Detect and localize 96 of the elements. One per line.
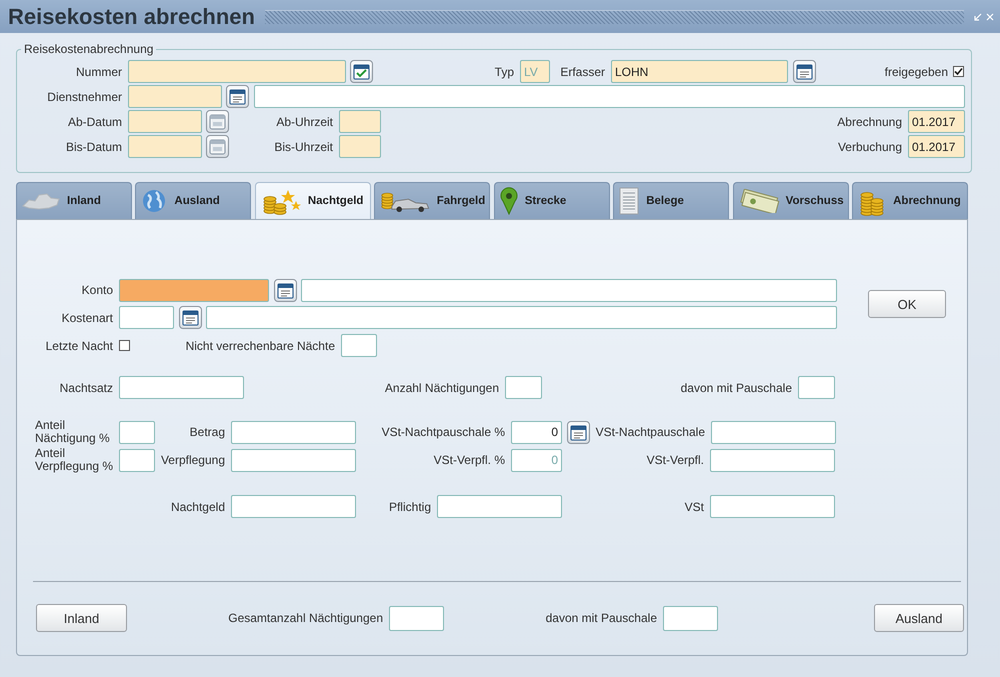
lookup-button[interactable] xyxy=(350,60,373,83)
input-field[interactable] xyxy=(437,495,562,518)
tab[interactable]: Inland xyxy=(16,182,132,219)
field-label: Anteil Verpflegung % xyxy=(34,447,114,473)
field-label: Bis-Datum xyxy=(64,140,123,154)
field-label: davon mit Pauschale xyxy=(544,611,658,625)
input-field[interactable] xyxy=(663,606,718,630)
input-field[interactable] xyxy=(301,279,837,302)
window-title: Reisekosten abrechnen xyxy=(8,4,255,30)
field-label: VSt-Nachtpauschale % xyxy=(380,425,506,439)
input-field[interactable] xyxy=(710,495,835,518)
field-label: Nachtsatz xyxy=(58,380,114,394)
input-field[interactable] xyxy=(798,376,835,399)
field-label: Kostenart xyxy=(60,310,114,324)
input-field[interactable] xyxy=(119,448,155,472)
inland-button[interactable]: Inland xyxy=(36,604,127,632)
input-field[interactable] xyxy=(119,420,155,444)
input-field[interactable] xyxy=(710,448,835,472)
checkbox-label: Letzte Nacht xyxy=(44,338,114,352)
group-title: Reisekostenabrechnung xyxy=(23,42,154,56)
calendar-list-icon xyxy=(229,88,246,105)
input-field[interactable] xyxy=(711,420,836,444)
ok-button[interactable]: OK xyxy=(868,290,946,318)
input-field[interactable] xyxy=(128,85,222,108)
receipt-icon xyxy=(618,187,640,215)
field-label: Gesamtanzahl Nächtigungen xyxy=(227,611,384,625)
input-field[interactable] xyxy=(128,135,202,158)
field-label: Ab-Datum xyxy=(66,114,123,128)
input-field[interactable] xyxy=(128,110,202,133)
input-field[interactable] xyxy=(231,420,356,444)
field-label: Dienstnehmer xyxy=(46,90,123,104)
input-field[interactable] xyxy=(231,495,356,518)
input-field[interactable] xyxy=(119,279,269,302)
field-label: Nicht verrechenbare Nächte xyxy=(184,338,336,352)
field-label: Nachtgeld xyxy=(170,500,226,514)
checkbox[interactable] xyxy=(119,340,130,351)
field-label: Anteil Nächtigung % xyxy=(34,419,111,445)
field-label: Typ xyxy=(494,64,515,78)
tab[interactable]: Belege xyxy=(613,182,730,219)
calendar-icon xyxy=(209,138,226,155)
input-field[interactable] xyxy=(505,376,542,399)
field-label: Bis-Uhrzeit xyxy=(273,140,334,154)
calendar-icon xyxy=(209,113,226,130)
field-label: davon mit Pauschale xyxy=(680,380,793,394)
field-label: VSt-Nachtpauschale xyxy=(594,425,706,439)
field-label: Verpflegung xyxy=(160,453,226,467)
field-label: Betrag xyxy=(188,425,226,439)
lookup-button[interactable] xyxy=(567,420,590,444)
calendar-list-icon xyxy=(277,282,294,299)
field-label: Konto xyxy=(80,282,114,299)
lookup-button[interactable] xyxy=(206,110,229,133)
input-field[interactable] xyxy=(231,448,356,472)
input-field[interactable] xyxy=(339,110,381,133)
tab[interactable]: Vorschuss xyxy=(732,182,849,219)
input-field[interactable]: 0 xyxy=(511,420,562,444)
input-field[interactable] xyxy=(254,85,965,108)
field-label: Nummer xyxy=(74,64,123,78)
input-field[interactable] xyxy=(389,606,444,630)
lookup-button[interactable] xyxy=(793,60,816,83)
input-field[interactable] xyxy=(339,135,381,158)
close-icon[interactable] xyxy=(986,12,994,20)
tab[interactable]: Strecke xyxy=(494,182,610,219)
field-label: VSt xyxy=(684,500,705,514)
calendar-list-icon xyxy=(570,424,587,440)
map-pin-icon xyxy=(498,187,519,215)
input-field[interactable] xyxy=(119,306,174,329)
field-label: Ab-Uhrzeit xyxy=(275,114,334,128)
field-label: VSt-Verpfl. xyxy=(646,453,705,467)
lookup-button[interactable] xyxy=(226,85,249,108)
input-field[interactable] xyxy=(206,306,837,329)
ausland-button[interactable]: Ausland xyxy=(874,604,964,632)
input-field[interactable] xyxy=(119,376,244,399)
input-field[interactable] xyxy=(128,60,346,83)
tab[interactable]: Ausland xyxy=(135,182,252,219)
input-field[interactable]: LOHN xyxy=(611,60,788,83)
field-label: Pflichtig xyxy=(388,500,432,514)
checkbox-label: freigegeben xyxy=(884,64,948,78)
input-field[interactable] xyxy=(341,334,377,357)
tab[interactable]: Fahrgeld xyxy=(374,182,490,219)
calendar-list-icon xyxy=(182,309,199,326)
lookup-button[interactable] xyxy=(206,135,229,158)
minimize-icon[interactable] xyxy=(974,12,982,20)
input-field[interactable]: 01.2017 xyxy=(908,135,965,158)
lookup-button[interactable] xyxy=(274,279,297,302)
calendar-check-icon xyxy=(353,63,370,80)
lookup-button[interactable] xyxy=(179,306,202,329)
tab[interactable]: Nachtgeld xyxy=(254,182,371,219)
calendar-list-icon xyxy=(796,63,813,80)
field-label: Erfasser xyxy=(559,64,606,78)
field-label: Abrechnung xyxy=(836,114,903,128)
tab[interactable]: Abrechnung xyxy=(852,182,968,219)
field-label: Verbuchung xyxy=(836,140,903,154)
field-label: Anzahl Nächtigungen xyxy=(384,380,500,394)
field-label: VSt-Verpfl. % xyxy=(432,453,506,467)
checkbox[interactable] xyxy=(953,66,964,77)
input-field[interactable]: 01.2017 xyxy=(908,110,965,133)
